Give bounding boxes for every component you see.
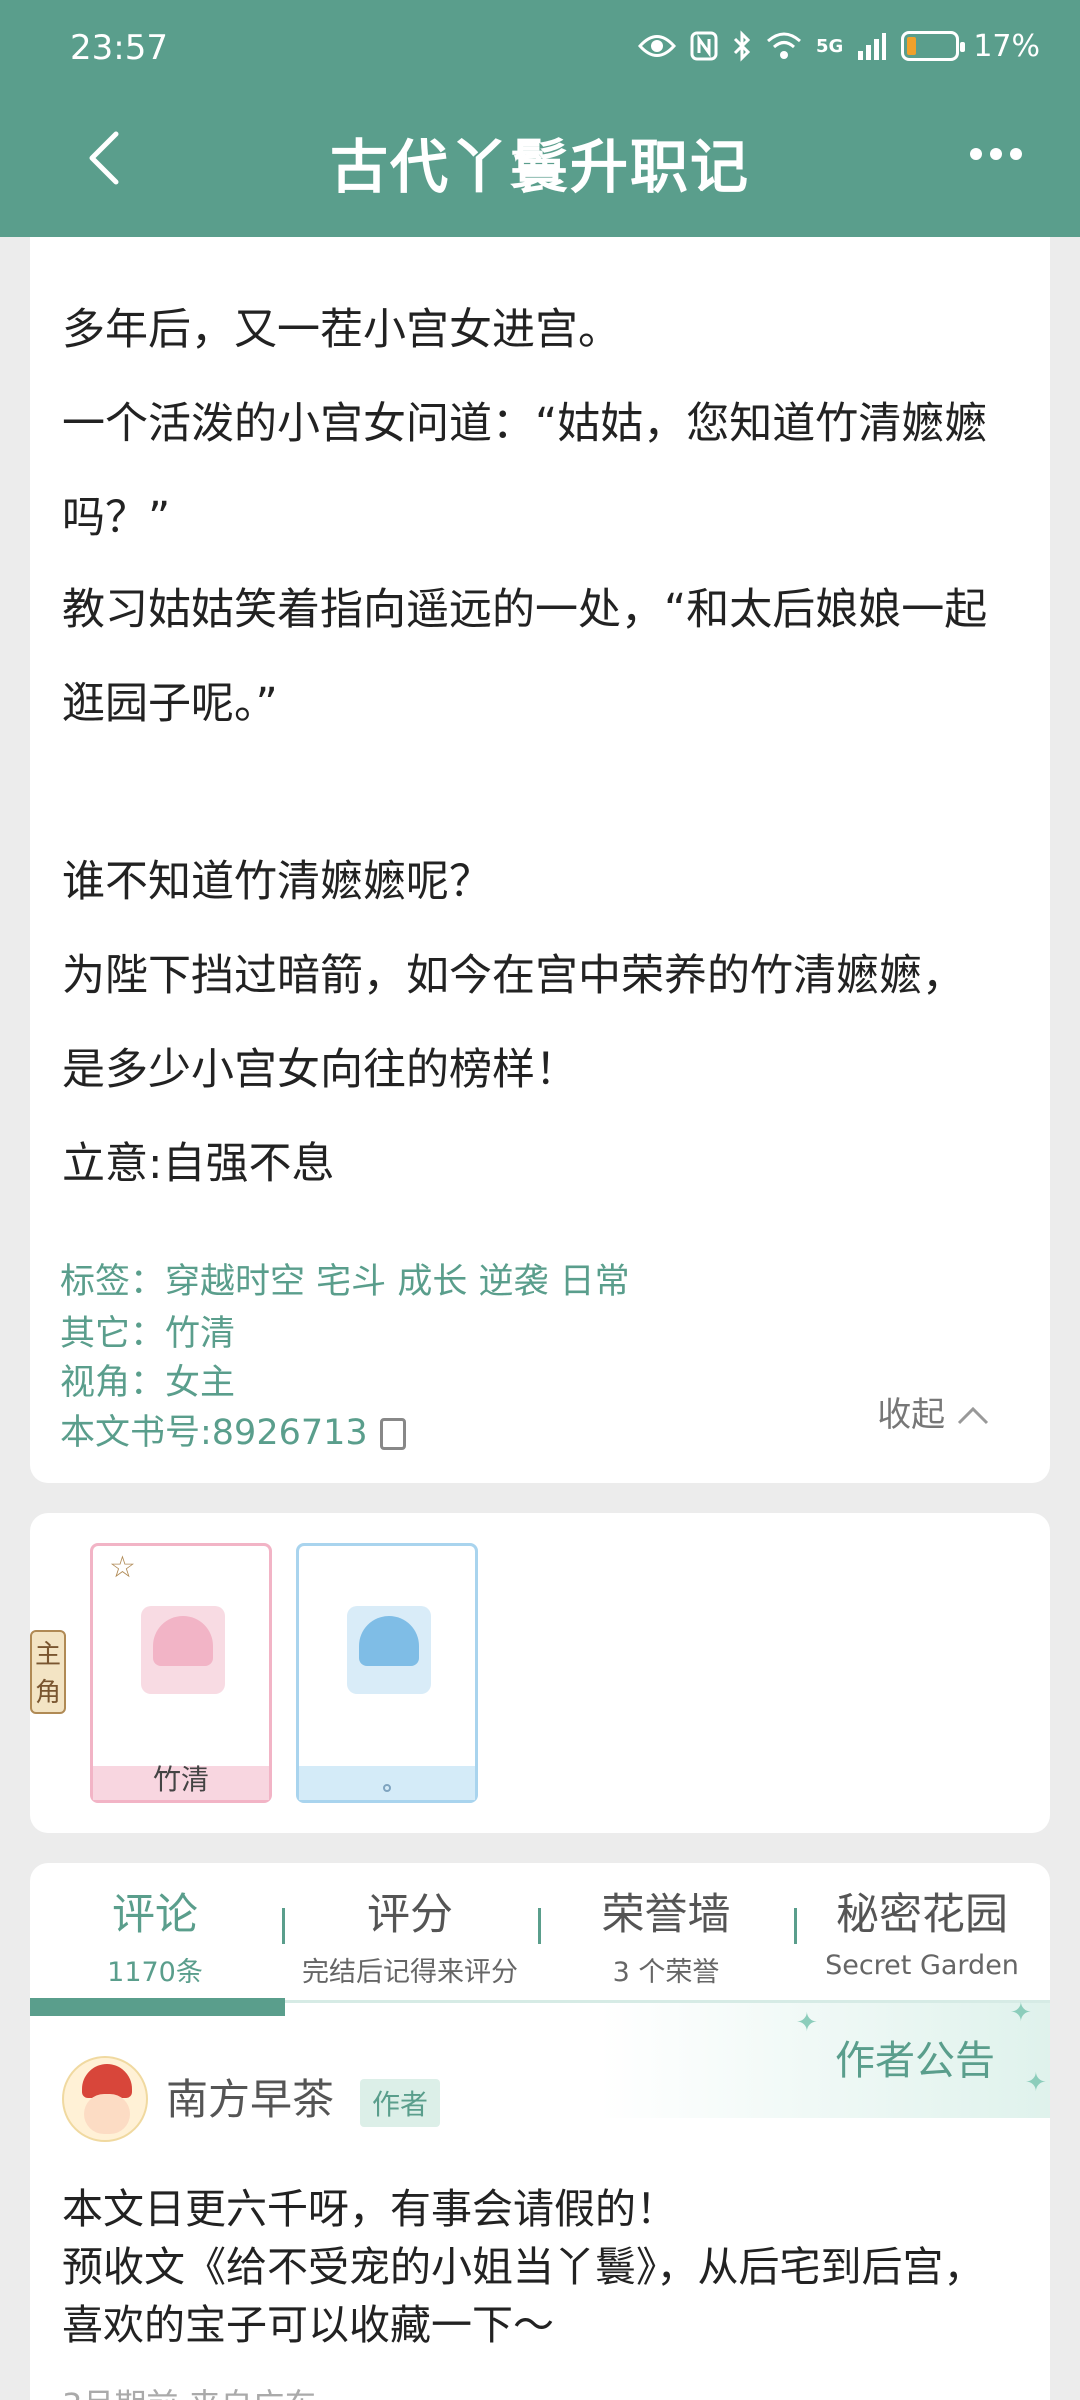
more-menu-icon[interactable] xyxy=(970,148,1022,160)
role-tag: 主角 xyxy=(30,1630,66,1714)
tab-rating[interactable]: 评分 完结后记得来评分 xyxy=(285,1880,535,1989)
author-badge: 作者 xyxy=(360,2079,441,2127)
view-value: 女主 xyxy=(165,1363,236,1403)
top-bar: 23:57 5G 17% 古代丫鬟升职记 xyxy=(0,0,1080,237)
intro-line: 谁不知道竹清嬷嬷呢？ xyxy=(62,857,492,907)
view-label: 视角： xyxy=(60,1363,166,1403)
nfc-icon xyxy=(690,31,718,61)
tags-label: 标签： xyxy=(60,1262,166,1302)
other-label: 其它： xyxy=(60,1314,166,1354)
author-avatar[interactable] xyxy=(62,2056,148,2142)
intro-line: 是多少小宫女向往的榜样！ xyxy=(62,1045,578,1095)
battery-icon xyxy=(901,31,966,61)
notice-title: 作者公告 xyxy=(835,2038,995,2084)
tab-honor-wall[interactable]: 荣誉墙 3 个荣誉 xyxy=(541,1880,791,1989)
tab-label: 评论 xyxy=(112,1890,198,1940)
star-icon: ☆ xyxy=(109,1550,136,1585)
author-name[interactable]: 南方早茶 xyxy=(166,2066,334,2127)
dot-icon xyxy=(383,1784,391,1792)
avatar xyxy=(347,1606,431,1694)
view-row: 视角：女主 xyxy=(60,1354,235,1405)
notice-line: 预收文《给不受宠的小姐当丫鬟》，从后宅到后宫， xyxy=(62,2243,985,2291)
tab-indicator xyxy=(30,1998,285,2016)
intro-line: 逛园子呢。” xyxy=(62,679,278,729)
sparkle-icon: ✦ xyxy=(1025,2068,1047,2098)
tag[interactable]: 宅斗 xyxy=(316,1262,386,1302)
tab-sub: 完结后记得来评分 xyxy=(302,1957,518,1988)
sparkle-icon: ✦ xyxy=(1010,1998,1032,2028)
collapse-label: 收起 xyxy=(877,1395,946,1435)
intro-line: 立意:自强不息 xyxy=(62,1139,335,1189)
avatar xyxy=(141,1606,225,1694)
signal-icon xyxy=(858,33,887,60)
wifi-icon xyxy=(767,32,801,59)
intro-line: 多年后，又一茬小宫女进宫。 xyxy=(62,305,621,355)
copy-icon[interactable] xyxy=(379,1418,406,1450)
notice-line: 喜欢的宝子可以收藏一下～ xyxy=(62,2301,554,2349)
tab-comments[interactable]: 评论 1170条 xyxy=(30,1880,280,1989)
other-value[interactable]: 竹清 xyxy=(165,1314,235,1354)
chevron-up-icon xyxy=(957,1406,989,1425)
book-id-row: 本文书号:8926713 xyxy=(60,1404,406,1455)
tab-secret-garden[interactable]: 秘密花园 Secret Garden xyxy=(797,1880,1047,1981)
notice-footer: 3月期前 来自广东 xyxy=(62,2380,317,2400)
tag[interactable]: 穿越时空 xyxy=(165,1262,305,1302)
tab-label: 评分 xyxy=(367,1890,453,1940)
battery-percent: 17% xyxy=(973,28,1040,64)
status-time: 23:57 xyxy=(70,28,168,68)
tab-sub: 1170条 xyxy=(107,1957,203,1988)
tag[interactable]: 成长 xyxy=(397,1262,467,1302)
intro-line: 一个活泼的小宫女问道：“姑姑，您知道竹清嬷嬷 xyxy=(62,399,988,449)
sparkle-icon: ✦ xyxy=(796,2008,818,2038)
status-icons: 5G 17% xyxy=(638,26,1040,66)
tab-label: 荣誉墙 xyxy=(601,1890,731,1940)
intro-line: 教习姑姑笑着指向遥远的一处，“和太后娘娘一起 xyxy=(62,585,988,635)
page-title: 古代丫鬟升职记 xyxy=(329,133,750,201)
book-id: 本文书号:8926713 xyxy=(60,1413,368,1453)
collapse-button[interactable]: 收起 xyxy=(877,1387,990,1436)
tab-sub: Secret Garden xyxy=(825,1950,1019,1981)
bluetooth-icon xyxy=(733,30,751,62)
character-name: 竹清 xyxy=(152,1763,209,1796)
other-row: 其它：竹清 xyxy=(60,1305,235,1356)
tab-sub: 3 个荣誉 xyxy=(612,1957,720,1988)
tab-label: 秘密花园 xyxy=(836,1890,1008,1940)
character-card[interactable]: ☆ 竹清 xyxy=(90,1543,272,1803)
intro-card: 多年后，又一茬小宫女进宫。 一个活泼的小宫女问道：“姑姑，您知道竹清嬷嬷 吗？”… xyxy=(30,237,1050,1483)
notice-line: 本文日更六千呀，有事会请假的！ xyxy=(62,2185,677,2233)
eye-icon xyxy=(638,35,676,57)
intro-line: 吗？” xyxy=(62,493,171,543)
status-bar: 23:57 5G 17% xyxy=(0,0,1080,100)
intro-line: 为陛下挡过暗箭，如今在宫中荣养的竹清嬷嬷， xyxy=(62,951,965,1001)
tag[interactable]: 逆袭 xyxy=(478,1262,548,1302)
tag[interactable]: 日常 xyxy=(560,1262,630,1302)
tags-row: 标签：穿越时空 宅斗 成长 逆袭 日常 xyxy=(60,1253,630,1304)
network-label: 5G xyxy=(816,35,844,57)
character-card[interactable] xyxy=(296,1543,478,1803)
